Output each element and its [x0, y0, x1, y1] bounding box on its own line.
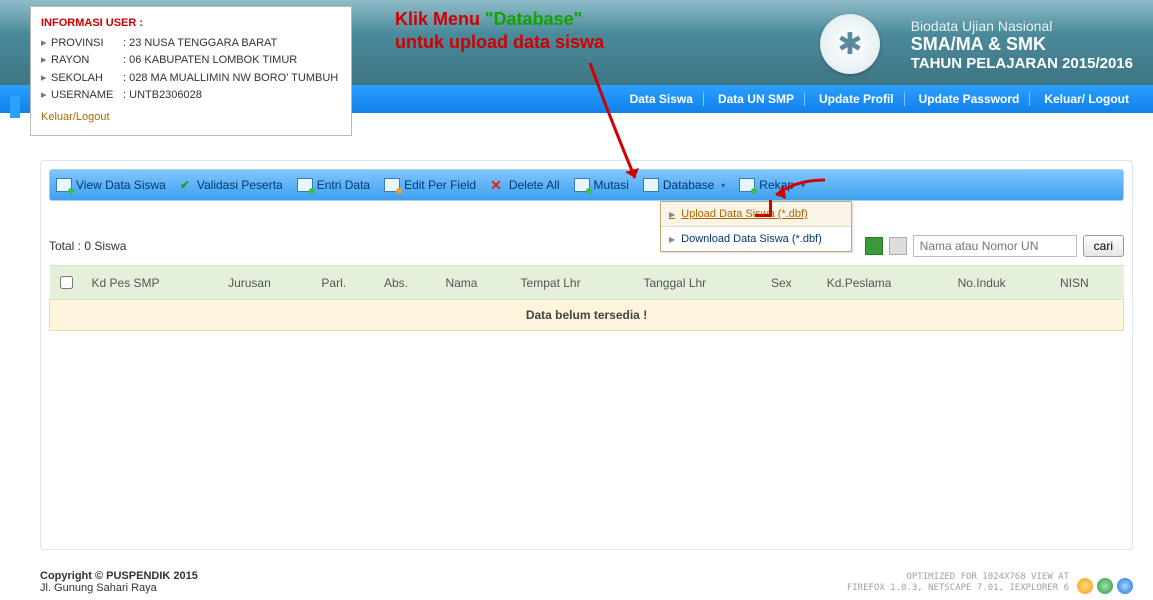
- empty-row: Data belum tersedia !: [50, 300, 1124, 331]
- user-row-sekolah: ▸SEKOLAH: 028 MA MUALLIMIN NW BORO' TUMB…: [41, 70, 341, 88]
- data-table: Kd Pes SMP Jurusan Parl. Abs. Nama Tempa…: [49, 265, 1124, 331]
- page-edit-icon: [384, 178, 400, 192]
- col-jurusan: Jurusan: [222, 266, 315, 300]
- toolbar-delete-all[interactable]: Delete All: [490, 177, 559, 194]
- col-kd-pes-smp: Kd Pes SMP: [86, 266, 223, 300]
- col-sex: Sex: [765, 266, 821, 300]
- toolbar-entri-data[interactable]: Entri Data: [297, 178, 370, 192]
- user-info-title: INFORMASI USER :: [41, 15, 341, 33]
- toolbar-database[interactable]: Database: [643, 178, 725, 192]
- select-all-checkbox[interactable]: [60, 276, 73, 289]
- footer-copyright: Copyright © PUSPENDIK 2015: [40, 570, 198, 582]
- footer-left: Copyright © PUSPENDIK 2015 Jl. Gunung Sa…: [40, 570, 198, 594]
- user-logout-link[interactable]: Keluar/Logout: [41, 109, 341, 127]
- page-move-icon: [574, 178, 590, 192]
- toolbar-view-data-siswa[interactable]: View Data Siswa: [56, 178, 166, 192]
- excel-icon[interactable]: [865, 237, 883, 255]
- table-header-row: Kd Pes SMP Jurusan Parl. Abs. Nama Tempa…: [50, 266, 1124, 300]
- menu-update-password[interactable]: Update Password: [909, 92, 1031, 106]
- data-toolbar: View Data Siswa Validasi Peserta Entri D…: [49, 169, 1124, 201]
- footer-address: Jl. Gunung Sahari Raya: [40, 582, 198, 594]
- total-count: Total : 0 Siswa: [49, 239, 126, 253]
- banner-title: Biodata Ujian Nasional SMA/MA & SMK TAHU…: [911, 18, 1133, 72]
- side-accent: [10, 96, 20, 118]
- iexplorer-icon: [1117, 578, 1133, 594]
- browser-icons: [1077, 578, 1133, 594]
- menu-update-profil[interactable]: Update Profil: [809, 92, 905, 106]
- col-tanggal-lhr: Tanggal Lhr: [637, 266, 765, 300]
- banner-line2: SMA/MA & SMK: [911, 34, 1133, 55]
- col-tempat-lhr: Tempat Lhr: [515, 266, 638, 300]
- user-row-provinsi: ▸PROVINSI: 23 NUSA TENGGARA BARAT: [41, 35, 341, 53]
- search-button[interactable]: cari: [1083, 235, 1124, 257]
- user-row-username: ▸USERNAME: UNTB2306028: [41, 87, 341, 105]
- search-input[interactable]: [913, 235, 1077, 257]
- firefox-icon: [1077, 578, 1093, 594]
- user-row-rayon: ▸RAYON: 06 KABUPATEN LOMBOK TIMUR: [41, 52, 341, 70]
- print-icon[interactable]: [889, 237, 907, 255]
- netscape-icon: [1097, 578, 1113, 594]
- page-add-icon: [297, 178, 313, 192]
- banner-line3: TAHUN PELAJARAN 2015/2016: [911, 55, 1133, 72]
- col-nisn: NISN: [1054, 266, 1123, 300]
- col-kd-peslama: Kd.Peslama: [821, 266, 952, 300]
- col-nama: Nama: [439, 266, 514, 300]
- footer: Copyright © PUSPENDIK 2015 Jl. Gunung Sa…: [40, 570, 1133, 594]
- search-area: cari: [865, 235, 1124, 257]
- annotation-text: Klik Menu "Database" untuk upload data s…: [395, 8, 604, 55]
- report-icon: [739, 178, 755, 192]
- arrow-right-icon: ▶: [669, 235, 675, 244]
- menu-data-siswa[interactable]: Data Siswa: [620, 92, 704, 106]
- col-abs: Abs.: [378, 266, 439, 300]
- toolbar-rekap[interactable]: Rekap: [739, 178, 805, 192]
- toolbar-validasi-peserta[interactable]: Validasi Peserta: [180, 178, 283, 192]
- dropdown-upload-data-siswa[interactable]: ▶Upload Data Siswa (*.dbf): [661, 202, 851, 227]
- user-info-box: INFORMASI USER : ▸PROVINSI: 23 NUSA TENG…: [30, 6, 352, 136]
- banner-line1: Biodata Ujian Nasional: [911, 18, 1133, 34]
- database-icon: [643, 178, 659, 192]
- menu-logout[interactable]: Keluar/ Logout: [1034, 92, 1139, 106]
- col-parl: Parl.: [315, 266, 378, 300]
- database-dropdown: ▶Upload Data Siswa (*.dbf) ▶Download Dat…: [660, 201, 852, 252]
- main-panel: View Data Siswa Validasi Peserta Entri D…: [40, 160, 1133, 550]
- page-icon: [56, 178, 72, 192]
- footer-right: OPTIMIZED FOR 1024X768 VIEW AT FIREFOX 1…: [847, 572, 1133, 594]
- col-no-induk: No.Induk: [952, 266, 1054, 300]
- footer-optimized: OPTIMIZED FOR 1024X768 VIEW AT FIREFOX 1…: [847, 572, 1069, 594]
- dropdown-download-data-siswa[interactable]: ▶Download Data Siswa (*.dbf): [661, 227, 851, 251]
- arrow-right-icon: ▶: [669, 210, 675, 219]
- menu-data-un-smp[interactable]: Data UN SMP: [708, 92, 805, 106]
- toolbar-edit-per-field[interactable]: Edit Per Field: [384, 178, 476, 192]
- toolbar-mutasi[interactable]: Mutasi: [574, 178, 629, 192]
- logo-icon: ✱: [820, 14, 880, 74]
